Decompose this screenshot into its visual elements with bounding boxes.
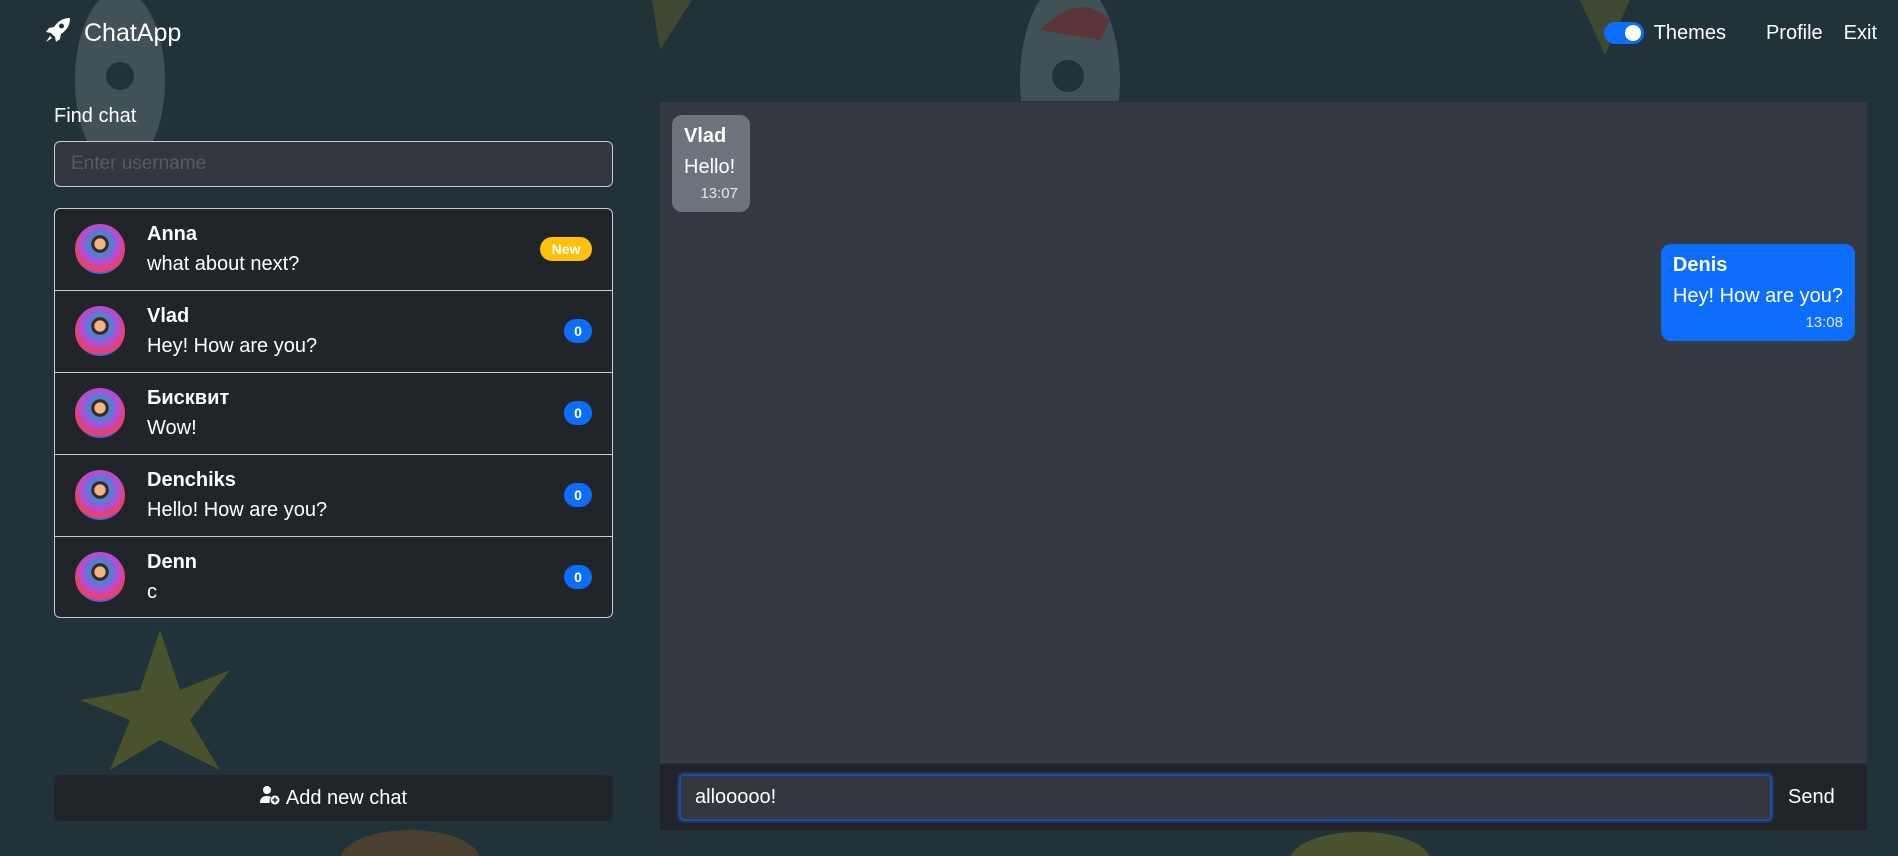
chat-name: Denn — [147, 551, 197, 573]
chat-list-item[interactable]: Vlad Hey! How are you? 0 — [55, 291, 612, 373]
chat-list-item[interactable]: Denn c 0 — [55, 537, 612, 617]
navbar: ChatApp Themes Profile Exit — [0, 0, 1898, 66]
themes-label: Themes — [1653, 21, 1726, 44]
brand[interactable]: ChatApp — [42, 14, 181, 53]
add-new-chat-button[interactable]: Add new chat — [54, 775, 613, 821]
search-input[interactable] — [54, 141, 613, 187]
add-user-icon — [259, 785, 280, 811]
message-text: Hello! — [684, 156, 736, 178]
chat-window: Vlad Hello! 13:07 Denis Hey! How are you… — [659, 101, 1868, 831]
chat-name: Бисквит — [147, 387, 230, 409]
profile-link[interactable]: Profile — [1766, 22, 1823, 45]
unread-count-badge: 0 — [564, 401, 592, 425]
planet-decoration — [340, 830, 480, 856]
message-input[interactable] — [679, 774, 1772, 821]
avatar — [75, 388, 125, 438]
nav-right: Themes Profile Exit — [1603, 20, 1898, 46]
avatar — [75, 470, 125, 520]
themes-toggle[interactable] — [1603, 22, 1644, 44]
chat-name: Anna — [147, 223, 197, 245]
app-title: ChatApp — [84, 19, 182, 47]
star-decoration — [80, 630, 230, 770]
chat-list-item[interactable]: Anna what about next? New — [55, 209, 612, 291]
chat-preview: Hey! How are you? — [147, 335, 318, 357]
chat-name: Vlad — [147, 305, 190, 327]
chat-list: Anna what about next? New Vlad Hey! How … — [54, 208, 613, 618]
message-time: 13:07 — [700, 185, 738, 202]
chat-list-item[interactable]: Denchiks Hello! How are you? 0 — [55, 455, 612, 537]
unread-count-badge: 0 — [564, 319, 592, 343]
message-author: Denis — [1672, 254, 1728, 276]
message-text: Hey! How are you? — [1672, 285, 1843, 307]
rocket-icon — [42, 14, 74, 53]
chat-preview: Wow! — [147, 417, 197, 439]
message-time: 13:08 — [1805, 314, 1843, 331]
find-chat-label: Find chat — [54, 105, 137, 127]
chat-list-item[interactable]: Бисквит Wow! 0 — [55, 373, 612, 455]
avatar — [75, 306, 125, 356]
planet-decoration — [1290, 832, 1430, 856]
message-author: Vlad — [684, 125, 727, 147]
unread-count-badge: 0 — [564, 565, 592, 589]
message-bubble-outgoing: Denis Hey! How are you? 13:08 — [1660, 244, 1855, 341]
unread-count-badge: 0 — [564, 483, 592, 507]
avatar — [75, 224, 125, 274]
avatar — [75, 552, 125, 602]
new-badge: New — [540, 237, 592, 261]
message-bubble-incoming: Vlad Hello! 13:07 — [672, 115, 750, 212]
add-new-chat-label: Add new chat — [285, 786, 408, 809]
chat-name: Denchiks — [147, 469, 236, 491]
exit-link[interactable]: Exit — [1844, 22, 1877, 45]
chat-preview: what about next? — [147, 253, 300, 275]
chat-preview: c — [147, 581, 157, 603]
message-composer: Send — [660, 763, 1867, 830]
send-button[interactable]: Send — [1788, 786, 1835, 809]
chat-preview: Hello! How are you? — [147, 499, 328, 521]
